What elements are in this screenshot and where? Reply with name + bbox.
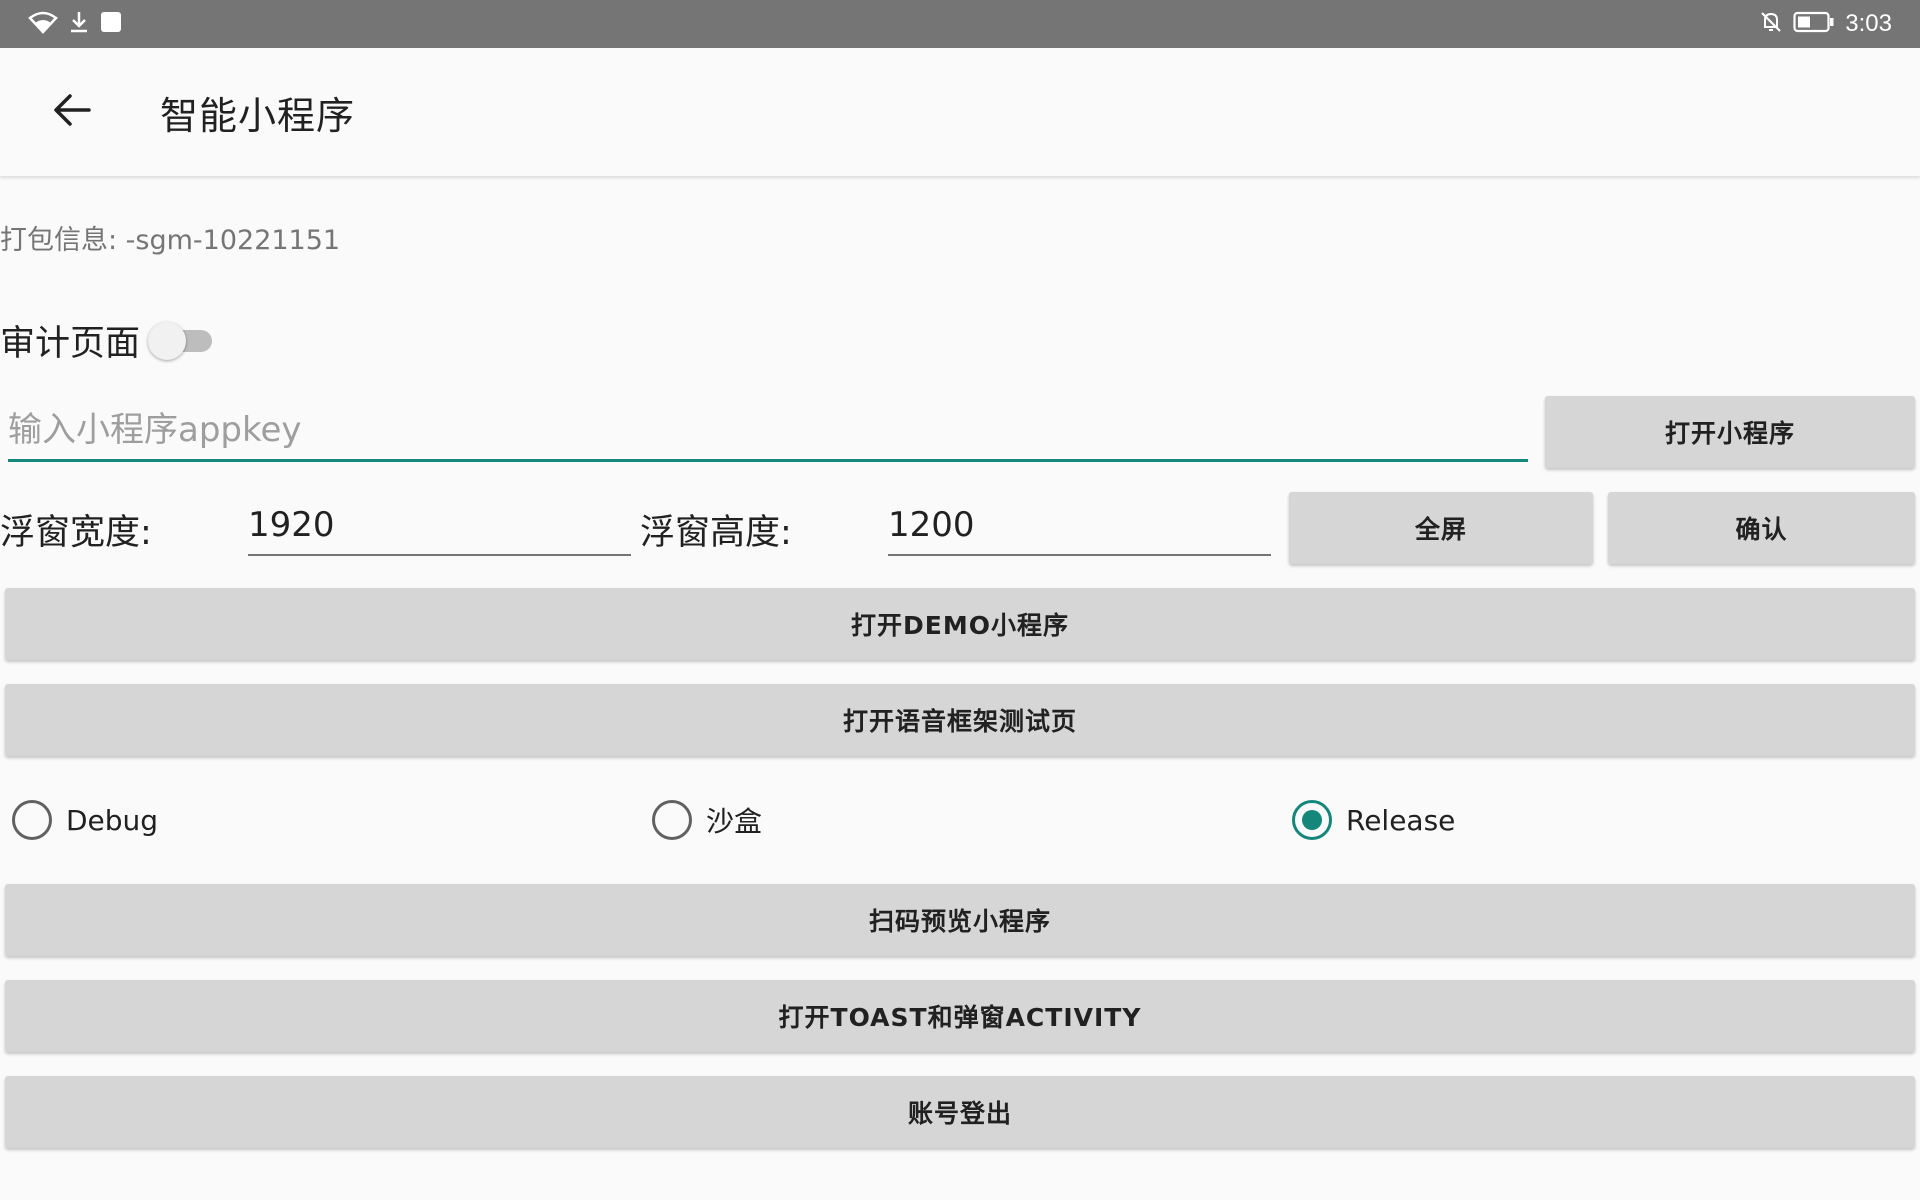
open-demo-button[interactable]: 打开DEMO小程序 bbox=[5, 588, 1915, 660]
radio-sandbox-circle bbox=[652, 800, 692, 840]
float-width-label: 浮窗宽度: bbox=[0, 513, 152, 553]
open-mini-program-button[interactable]: 打开小程序 bbox=[1545, 396, 1915, 468]
radio-release-label: Release bbox=[1346, 803, 1456, 837]
audit-switch[interactable] bbox=[148, 320, 218, 360]
fullscreen-button[interactable]: 全屏 bbox=[1289, 492, 1593, 564]
page-title: 智能小程序 bbox=[160, 93, 356, 138]
mute-icon bbox=[1759, 10, 1783, 38]
radio-sandbox-label: 沙盒 bbox=[706, 805, 763, 838]
open-toast-activity-button[interactable]: 打开TOAST和弹窗ACTIVITY bbox=[5, 980, 1915, 1052]
open-voice-test-button[interactable]: 打开语音框架测试页 bbox=[5, 684, 1915, 756]
wifi-icon bbox=[28, 10, 58, 38]
status-right-icons: 3:03 bbox=[1759, 10, 1892, 38]
audit-row: 审计页面 bbox=[0, 314, 218, 366]
status-bar: 3:03 bbox=[0, 0, 1920, 48]
confirm-button[interactable]: 确认 bbox=[1608, 492, 1915, 564]
radio-debug-label: Debug bbox=[66, 803, 159, 837]
float-height-label: 浮窗高度: bbox=[640, 513, 792, 553]
radio-debug[interactable]: Debug bbox=[12, 798, 158, 842]
scan-preview-button[interactable]: 扫码预览小程序 bbox=[5, 884, 1915, 956]
notification-icon bbox=[100, 11, 122, 37]
audit-label: 审计页面 bbox=[0, 323, 141, 364]
build-info-text: 打包信息: -sgm-10221151 bbox=[0, 225, 341, 256]
radio-release[interactable]: Release bbox=[1292, 798, 1455, 842]
audit-switch-thumb bbox=[148, 322, 187, 360]
back-button[interactable] bbox=[36, 76, 108, 148]
status-time: 3:03 bbox=[1845, 10, 1892, 37]
float-width-input[interactable] bbox=[248, 496, 631, 556]
battery-icon bbox=[1793, 10, 1835, 38]
arrow-left-icon bbox=[53, 93, 91, 131]
radio-sandbox[interactable]: 沙盒 bbox=[652, 798, 762, 842]
status-left-icons bbox=[28, 10, 122, 38]
logout-button[interactable]: 账号登出 bbox=[5, 1076, 1915, 1148]
radio-release-circle bbox=[1292, 800, 1332, 840]
float-height-input[interactable] bbox=[888, 496, 1271, 556]
download-icon bbox=[68, 10, 90, 38]
appkey-input[interactable] bbox=[8, 400, 1528, 462]
radio-debug-circle bbox=[12, 800, 52, 840]
app-toolbar: 智能小程序 bbox=[0, 48, 1920, 176]
